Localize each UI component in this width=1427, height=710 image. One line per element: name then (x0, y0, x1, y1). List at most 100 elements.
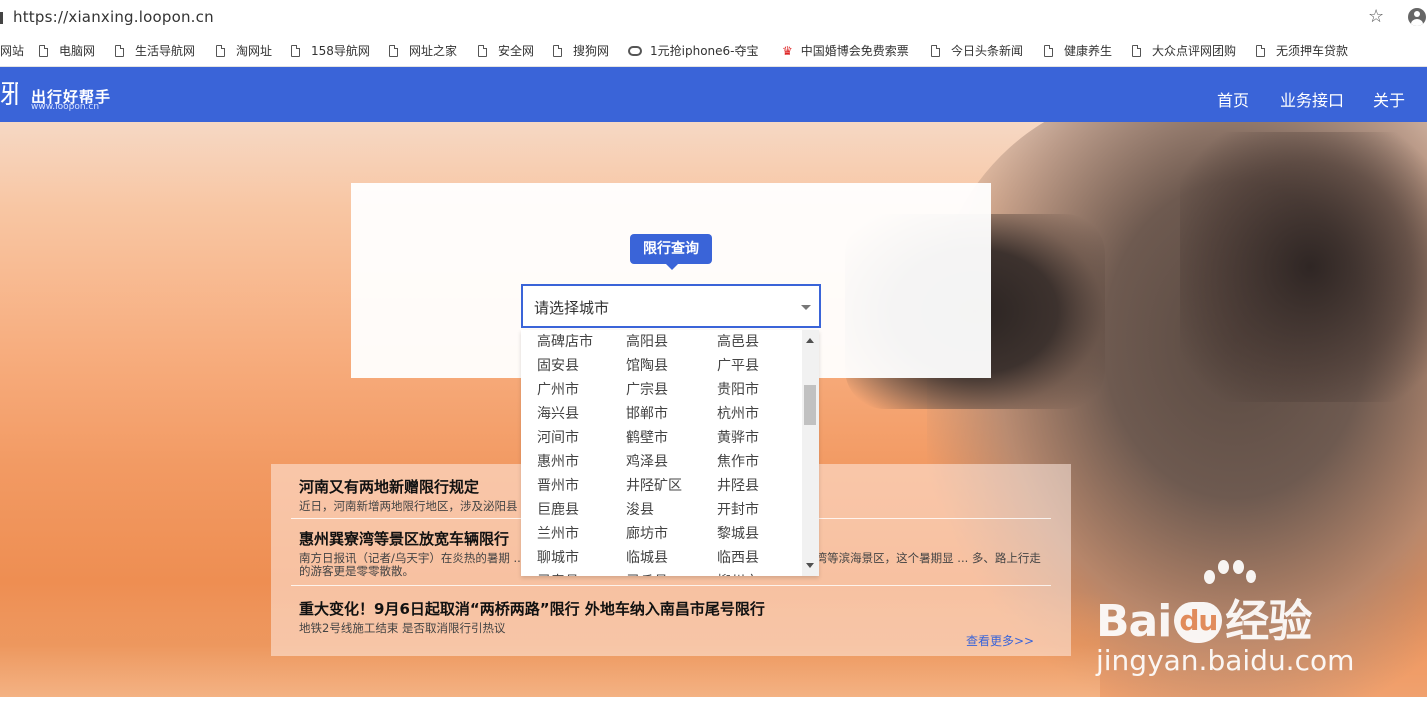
nav-api-link[interactable]: 业务接口 (1280, 87, 1344, 111)
bookmark-label: 今日头条新闻 (951, 44, 1024, 58)
blurred-window-image (1180, 132, 1427, 402)
city-option[interactable]: 惠州市 (537, 451, 579, 471)
bookmark-item[interactable]: 网站 (0, 42, 24, 59)
query-badge: 限行查询 (630, 234, 712, 270)
city-option-row: 海兴县 邯郸市 杭州市 (521, 401, 801, 425)
dropdown-scrollbar[interactable] (802, 330, 819, 576)
city-option[interactable]: 晋州市 (537, 475, 579, 495)
city-select-value: 请选择城市 (534, 299, 610, 317)
page-icon (115, 44, 124, 57)
site-logo-icon[interactable]: 邪 (0, 80, 18, 110)
city-option[interactable]: 黄骅市 (717, 427, 759, 447)
page-icon (1132, 44, 1141, 57)
city-option[interactable]: 广宗县 (626, 379, 668, 399)
bookmark-label: 网站 (0, 44, 25, 58)
city-option[interactable]: 广平县 (717, 355, 759, 375)
nav-about-link[interactable]: 关于 (1373, 87, 1405, 111)
bookmark-label: 健康养生 (1064, 44, 1113, 58)
city-option[interactable]: 浚县 (626, 499, 654, 519)
site-header: 邪 出行好帮手 www.loopon.cn 首页 业务接口 关于 (0, 67, 1427, 122)
city-option[interactable]: 海兴县 (537, 403, 579, 423)
city-option[interactable]: 馆陶县 (626, 355, 668, 375)
city-option[interactable]: 广州市 (537, 379, 579, 399)
city-option[interactable]: 黎城县 (717, 523, 759, 543)
bookmark-item[interactable]: 无须押车贷款 (1256, 42, 1348, 59)
bookmark-item[interactable]: ♛ 中国婚博会免费索票 (782, 42, 909, 59)
city-option-row: 河间市 鹤壁市 黄骅市 (521, 425, 801, 449)
bookmark-label: 大众点评网团购 (1152, 44, 1237, 58)
bookmark-label: 网址之家 (409, 44, 458, 58)
news-item[interactable]: 重大变化！9月6日起取消“两桥两路”限行 外地车纳入南昌市尾号限行 地铁2号线施… (299, 598, 1049, 635)
page-icon (291, 44, 300, 57)
news-more-link[interactable]: 查看更多>> (966, 632, 1034, 649)
chevron-down-icon[interactable] (801, 305, 811, 310)
city-option[interactable]: 廊坊市 (626, 523, 668, 543)
bookmark-item[interactable]: 电脑网 (39, 42, 95, 59)
news-desc: 地铁2号线施工结束 是否取消限行引热议 (299, 621, 506, 635)
watermark-url: jingyan.baidu.com (1096, 644, 1355, 677)
page-icon (1044, 44, 1053, 57)
city-option[interactable]: 井陉矿区 (626, 475, 682, 495)
bookmark-item[interactable]: 网址之家 (389, 42, 457, 59)
news-title[interactable]: 重大变化！9月6日起取消“两桥两路”限行 外地车纳入南昌市尾号限行 (299, 598, 1049, 619)
city-option[interactable]: 河间市 (537, 427, 579, 447)
news-divider (291, 585, 1051, 586)
crown-icon: ♛ (782, 43, 793, 58)
page-icon (39, 44, 48, 57)
city-option[interactable]: 灵丘县 (626, 571, 668, 576)
bookmark-label: 安全网 (498, 44, 535, 58)
city-option[interactable]: 杭州市 (717, 403, 759, 423)
watermark-brand: Bai du 经验 (1096, 596, 1312, 647)
city-option-row: 晋州市 井陉矿区 井陉县 (521, 473, 801, 497)
city-option[interactable]: 高碑店市 (537, 331, 593, 351)
bookmark-label: 158导航网 (311, 44, 370, 58)
profile-icon[interactable] (1408, 8, 1426, 26)
city-option[interactable]: 井陉县 (717, 475, 759, 495)
city-dropdown-list[interactable]: 高碑店市 高阳县 高邑县 固安县 馆陶县 广平县 广州市 广宗县 贵阳市 海兴县 邯郸市 杭州市 河间市… (521, 330, 819, 576)
city-option[interactable]: 开封市 (717, 499, 759, 519)
city-option[interactable]: 兰州市 (537, 523, 579, 543)
city-option[interactable]: 焦作市 (717, 451, 759, 471)
city-options: 高碑店市 高阳县 高邑县 固安县 馆陶县 广平县 广州市 广宗县 贵阳市 海兴县 邯郸市 杭州市 河间市… (521, 330, 801, 576)
bookmark-star-icon[interactable]: ☆ (1368, 6, 1384, 27)
site-logo-subtitle: www.loopon.cn (31, 102, 100, 112)
city-option-row: 兰州市 廊坊市 黎城县 (521, 521, 801, 545)
bookmark-item[interactable]: 生活导航网 (115, 42, 195, 59)
scroll-down-icon[interactable] (806, 563, 814, 568)
city-option[interactable]: 临城县 (626, 547, 668, 567)
city-option[interactable]: 灵寿县 (537, 571, 579, 576)
link-icon (628, 45, 642, 56)
city-option[interactable]: 贵阳市 (717, 379, 759, 399)
scroll-thumb[interactable] (804, 385, 816, 425)
browser-address-bar[interactable]: https://xianxing.loopon.cn ☆ (0, 0, 1427, 36)
city-option[interactable]: 巨鹿县 (537, 499, 579, 519)
address-bar-left-edge (0, 12, 3, 24)
city-option[interactable]: 固安县 (537, 355, 579, 375)
page-icon (931, 44, 940, 57)
page-icon (553, 44, 562, 57)
city-option[interactable]: 临西县 (717, 547, 759, 567)
city-option[interactable]: 聊城市 (537, 547, 579, 567)
bookmark-item[interactable]: 1元抢iphone6-夺宝 (628, 42, 759, 59)
bookmark-item[interactable]: 大众点评网团购 (1132, 42, 1236, 59)
bookmark-item[interactable]: 搜狗网 (553, 42, 609, 59)
bookmark-item[interactable]: 158导航网 (291, 42, 370, 59)
url-text[interactable]: https://xianxing.loopon.cn (13, 8, 214, 26)
city-option[interactable]: 高邑县 (717, 331, 759, 351)
city-option[interactable]: 邯郸市 (626, 403, 668, 423)
page-bottom-strip (0, 697, 1427, 710)
bookmark-label: 淘网址 (236, 44, 273, 58)
city-option[interactable]: 鹤壁市 (626, 427, 668, 447)
city-option[interactable]: 鸡泽县 (626, 451, 668, 471)
bookmark-item[interactable]: 淘网址 (216, 42, 272, 59)
bookmark-item[interactable]: 健康养生 (1044, 42, 1112, 59)
baidu-jingyan-watermark: Bai du 经验 jingyan.baidu.com (1096, 560, 1426, 680)
bookmark-item[interactable]: 安全网 (478, 42, 534, 59)
scroll-up-icon[interactable] (806, 338, 814, 343)
city-select[interactable]: 请选择城市 (521, 284, 821, 328)
city-option[interactable]: 高阳县 (626, 331, 668, 351)
page-icon (389, 44, 398, 57)
city-option[interactable]: 柳州市 (717, 571, 759, 576)
bookmark-item[interactable]: 今日头条新闻 (931, 42, 1023, 59)
nav-home-link[interactable]: 首页 (1217, 87, 1249, 111)
